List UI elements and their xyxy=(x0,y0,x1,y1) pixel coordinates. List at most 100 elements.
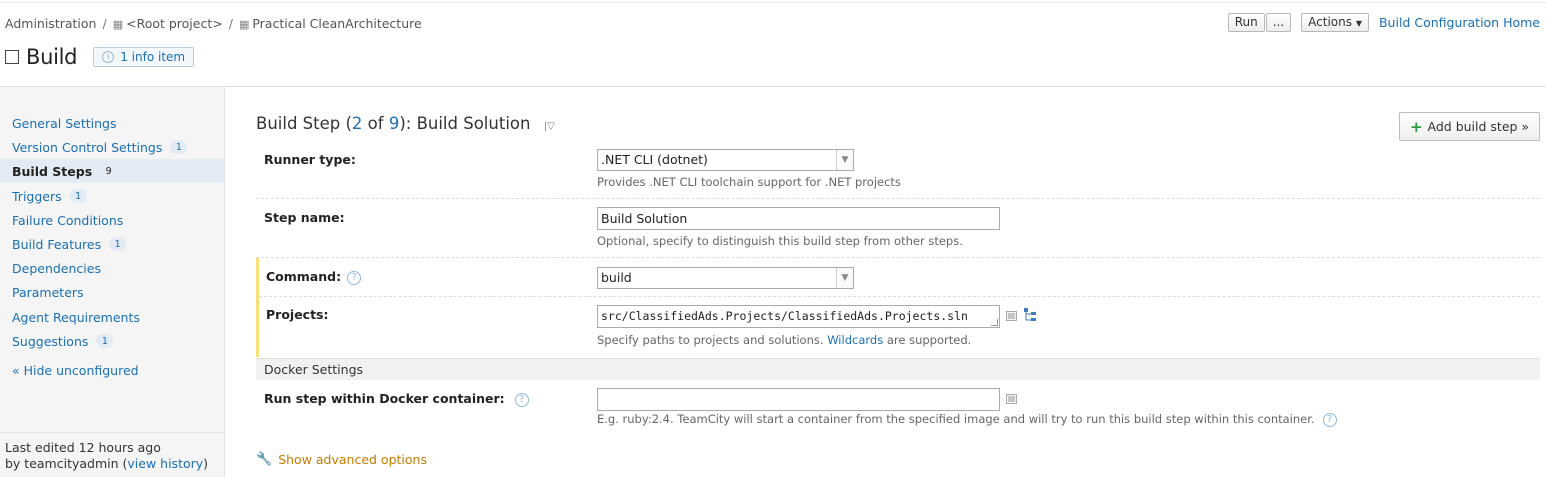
runner-type-note: Provides .NET CLI toolchain support for … xyxy=(597,175,901,189)
sidebar-item-label: Version Control Settings xyxy=(12,139,163,155)
tree-picker-icon[interactable] xyxy=(1024,308,1037,322)
breadcrumb-separator: / xyxy=(102,16,107,31)
row-divider xyxy=(259,296,1540,297)
sidebar-item-failure-conditions[interactable]: Failure Conditions xyxy=(0,208,224,232)
runner-type-label: Runner type: xyxy=(264,152,356,167)
docker-label-text: Run step within Docker container: xyxy=(264,391,505,406)
hide-unconfigured-link[interactable]: « Hide unconfigured xyxy=(12,363,139,378)
sidebar-footer-divider xyxy=(0,432,224,433)
sidebar-item-dependencies[interactable]: Dependencies xyxy=(0,256,224,280)
sidebar-item-label: Suggestions xyxy=(12,333,89,349)
highlight-bar xyxy=(256,258,259,357)
last-edited-time: 12 hours ago xyxy=(78,440,161,455)
view-history-link[interactable]: view history xyxy=(127,456,203,471)
docker-label: Run step within Docker container:? xyxy=(264,391,529,407)
projects-label: Projects: xyxy=(266,307,329,322)
chevron-down-icon: ▼ xyxy=(1355,19,1362,28)
breadcrumb-root-project[interactable]: <Root project> xyxy=(126,16,223,31)
command-select[interactable]: build ▼ xyxy=(597,267,854,289)
sidebar-item-vcs-settings[interactable]: Version Control Settings 1 xyxy=(0,135,224,159)
sidebar-item-label: Parameters xyxy=(12,284,84,300)
list-edit-icon[interactable] xyxy=(1006,311,1017,321)
add-build-step-button[interactable]: + Add build step » xyxy=(1399,112,1540,141)
sidebar-item-triggers[interactable]: Triggers 1 xyxy=(0,184,224,208)
last-edited-info: Last edited 12 hours ago by teamcityadmi… xyxy=(5,440,209,471)
show-advanced-options-link[interactable]: 🔧 Show advanced options xyxy=(256,452,427,467)
sidebar-item-general-settings[interactable]: General Settings xyxy=(0,111,224,135)
step-name-label: Step name: xyxy=(264,210,345,225)
projects-value: src/ClassifiedAds.Projects/ClassifiedAds… xyxy=(601,309,968,323)
build-step-title: Build Step (2 of 9): Build Solution |▽ xyxy=(256,114,555,133)
header-divider xyxy=(0,86,1546,87)
wrench-icon: 🔧 xyxy=(256,452,273,467)
step-name-input[interactable]: Build Solution xyxy=(597,207,1000,230)
sidebar-item-build-features[interactable]: Build Features 1 xyxy=(0,232,224,256)
info-icon: i xyxy=(102,51,115,63)
count-badge: 1 xyxy=(69,189,87,203)
projects-note-suffix: are supported. xyxy=(883,333,972,347)
run-button[interactable]: Run xyxy=(1227,13,1265,32)
add-build-step-label: Add build step » xyxy=(1427,119,1530,134)
help-icon[interactable]: ? xyxy=(514,393,529,407)
header-actions: Run ... Actions ▼ Build Configuration Ho… xyxy=(1227,13,1540,32)
command-label: Command:? xyxy=(266,269,362,285)
plus-icon: + xyxy=(1409,117,1423,136)
sidebar-item-label: Agent Requirements xyxy=(12,309,140,325)
run-custom-button[interactable]: ... xyxy=(1265,13,1292,32)
runner-type-select[interactable]: .NET CLI (dotnet) ▼ xyxy=(597,149,854,171)
count-badge: 1 xyxy=(170,140,188,154)
sidebar-item-suggestions[interactable]: Suggestions 1 xyxy=(0,329,224,353)
sidebar-item-label: Build Steps xyxy=(12,163,93,179)
step-menu-caret-icon[interactable]: |▽ xyxy=(544,121,555,132)
count-badge: 9 xyxy=(105,165,112,177)
breadcrumb-separator: / xyxy=(228,16,233,31)
docker-note: E.g. ruby:2.4. TeamCity will start a con… xyxy=(597,412,1337,427)
dropdown-arrow-icon: ▼ xyxy=(836,150,853,170)
step-current-index[interactable]: 2 xyxy=(352,114,363,133)
sidebar-item-label: Triggers xyxy=(12,188,62,204)
list-edit-icon[interactable] xyxy=(1006,394,1017,404)
projects-textarea[interactable]: src/ClassifiedAds.Projects/ClassifiedAds… xyxy=(597,305,1000,328)
show-advanced-label: Show advanced options xyxy=(278,452,427,467)
command-value: build xyxy=(601,270,632,285)
project-icon: ▦ xyxy=(112,18,124,31)
help-icon[interactable]: ? xyxy=(347,271,362,285)
sidebar-item-label: Dependencies xyxy=(12,260,101,276)
breadcrumb: Administration / ▦ <Root project> / ▦ Practica… xyxy=(5,16,422,31)
step-of-label: of xyxy=(362,114,389,133)
sidebar-item-label: Build Features xyxy=(12,236,102,252)
resize-handle-icon[interactable] xyxy=(991,319,998,326)
count-badge: 1 xyxy=(109,237,127,251)
project-icon: ▦ xyxy=(238,18,250,31)
sidebar-item-label: General Settings xyxy=(12,115,117,131)
sidebar-item-label: Failure Conditions xyxy=(12,212,124,228)
breadcrumb-administration[interactable]: Administration xyxy=(5,16,96,31)
last-edited-label: Last edited xyxy=(5,440,75,455)
breadcrumb-project[interactable]: Practical CleanArchitecture xyxy=(252,16,421,31)
step-title-prefix: Build Step ( xyxy=(256,114,352,133)
sidebar: General Settings Version Control Setting… xyxy=(0,87,225,477)
info-badge[interactable]: i 1 info item xyxy=(93,47,195,67)
wildcards-link[interactable]: Wildcards xyxy=(827,333,883,347)
sidebar-item-parameters[interactable]: Parameters xyxy=(0,280,224,304)
dropdown-arrow-icon: ▼ xyxy=(836,268,853,288)
docker-image-input[interactable] xyxy=(597,388,1000,411)
help-icon[interactable]: ? xyxy=(1322,413,1337,427)
page-title-row: Build i 1 info item xyxy=(5,45,195,69)
step-total-link[interactable]: 9 xyxy=(389,114,400,133)
run-button-group: Run ... xyxy=(1227,13,1292,32)
docker-settings-title: Docker Settings xyxy=(264,362,364,377)
top-border xyxy=(0,2,1546,3)
build-configuration-home-link[interactable]: Build Configuration Home xyxy=(1379,15,1540,30)
docker-note-text: E.g. ruby:2.4. TeamCity will start a con… xyxy=(597,412,1315,426)
runner-type-value: .NET CLI (dotnet) xyxy=(601,152,708,167)
edited-by: by teamcityadmin xyxy=(5,456,119,471)
actions-label: Actions xyxy=(1308,15,1352,29)
info-badge-label: 1 info item xyxy=(120,50,186,64)
step-title-suffix: ): Build Solution xyxy=(399,114,531,133)
sidebar-item-agent-requirements[interactable]: Agent Requirements xyxy=(0,305,224,329)
build-type-icon xyxy=(5,50,19,64)
actions-dropdown[interactable]: Actions ▼ xyxy=(1301,13,1369,32)
sidebar-item-build-steps[interactable]: Build Steps 9 xyxy=(0,159,224,183)
docker-settings-header: Docker Settings xyxy=(256,358,1540,380)
